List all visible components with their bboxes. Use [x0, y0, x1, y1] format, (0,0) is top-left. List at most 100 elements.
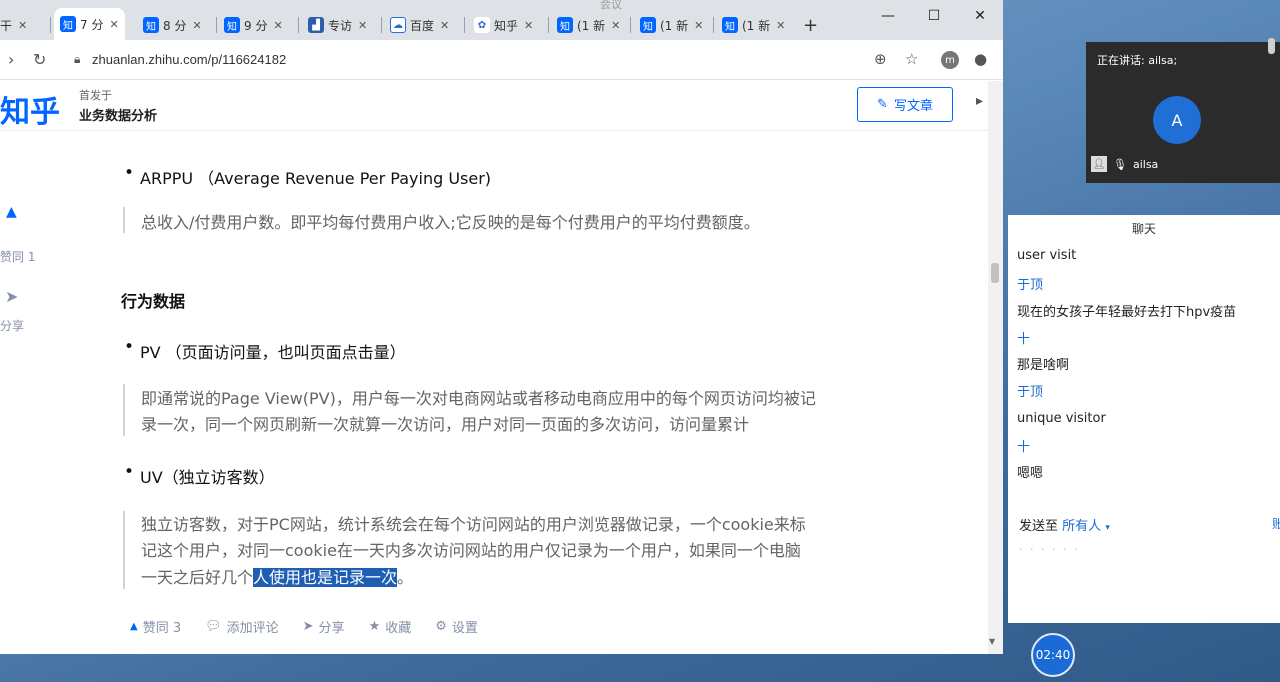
article-action-bar: ▲ 赞同 3 💬︎ 添加评论 ➤ 分享 ★ 收藏 ⚙ 设置 — [130, 617, 502, 636]
tab-separator — [50, 17, 51, 33]
plus-icon: + — [803, 14, 819, 36]
tab-label: 干 — [0, 18, 13, 33]
favorite-button[interactable]: ★ 收藏 — [369, 617, 412, 636]
minimize-icon[interactable]: — — [865, 0, 911, 32]
tab-7[interactable]: 知 (1 新 ✕ — [557, 12, 620, 38]
close-window-icon[interactable]: ✕ — [957, 0, 1003, 32]
pv-bullet: PV （页面访问量，也叫页面点击量） — [140, 343, 406, 362]
close-icon[interactable]: ✕ — [18, 19, 27, 32]
side-share[interactable]: 分享 — [0, 317, 24, 334]
scrollbar[interactable] — [988, 81, 1003, 654]
tab-label: 9 分 — [244, 18, 268, 33]
share-icon[interactable]: ➤ — [5, 287, 18, 306]
tab-separator — [381, 17, 382, 33]
comment-label: 添加评论 — [226, 621, 279, 636]
tab-9[interactable]: 知 (1 新 ✕ — [722, 12, 785, 38]
participant-info: 👤︎ 🎙︎ ailsa — [1091, 156, 1158, 172]
star-icon[interactable]: ☆ — [905, 50, 918, 68]
profile-avatar[interactable]: m — [941, 51, 959, 69]
maximize-icon[interactable]: ☐ — [911, 0, 957, 32]
uv-quote-line-1: 独立访客数，对于PC网站，统计系统会在每个访问网站的用户浏览器做记录，一个coo… — [141, 515, 806, 534]
scrollbar-thumb[interactable] — [991, 263, 999, 283]
chat-scrollbar-thumb[interactable] — [1268, 38, 1275, 54]
tab-label: 专访 — [328, 18, 353, 33]
chat-message: 嗯嗯 — [1017, 466, 1044, 481]
chat-input[interactable]: · · · · · · — [1019, 543, 1079, 556]
settings-button[interactable]: ⚙ 设置 — [435, 617, 478, 636]
tab-8[interactable]: 知 (1 新 ✕ — [640, 12, 703, 38]
meeting-timer[interactable]: 02:40 — [1031, 633, 1075, 677]
zhihu-logo[interactable]: 知乎 — [0, 87, 60, 131]
close-icon[interactable]: ✕ — [109, 18, 118, 31]
close-icon[interactable]: ✕ — [273, 19, 282, 32]
zhihu-header: 知乎 首发于 业务数据分析 ✎ 写文章 ▸ — [0, 81, 988, 131]
write-article-button[interactable]: ✎ 写文章 — [857, 87, 953, 122]
extension-icon[interactable]: ● — [974, 50, 987, 68]
uv-quote-line-3-plain: 一天之后好几个 — [141, 568, 254, 587]
zhihu-icon: 知 — [224, 17, 240, 33]
new-tab-button[interactable]: + — [803, 12, 818, 38]
chat-message: unique visitor — [1017, 411, 1106, 426]
send-to-selector[interactable]: 发送至 所有人 ▾ — [1019, 515, 1110, 534]
browser-window: 干 ✕ 知 7 分 ✕ 知 8 分 ✕ 知 9 分 ✕ ▟ 专访 ✕ ☁ 百度 — [0, 0, 1003, 654]
tab-separator — [548, 17, 549, 33]
selected-text[interactable]: 人使用也是记录一次 — [253, 568, 398, 587]
tab-separator — [713, 17, 714, 33]
chat-sender: 十 — [1017, 440, 1031, 455]
tab-4[interactable]: ▟ 专访 ✕ — [308, 12, 367, 38]
quote-bar — [123, 207, 125, 233]
comment-button[interactable]: 💬︎ 添加评论 — [205, 617, 279, 636]
tab-1[interactable]: 知 7 分 ✕ — [54, 8, 125, 40]
close-icon[interactable]: ✕ — [694, 19, 703, 32]
send-button[interactable]: 账 — [1272, 515, 1280, 532]
favorite-label: 收藏 — [385, 621, 412, 636]
side-likes[interactable]: 赞同 1 — [0, 248, 35, 265]
zhihu-icon: 知 — [557, 17, 573, 33]
page-content: 知乎 首发于 业务数据分析 ✎ 写文章 ▸ ▲ 赞同 1 ➤ 分享 • ARPP… — [0, 81, 1003, 654]
lock-icon[interactable]: 🔒︎ — [74, 52, 80, 67]
close-icon[interactable]: ✕ — [192, 19, 201, 32]
close-icon[interactable]: ✕ — [358, 19, 367, 32]
tab-2[interactable]: 知 8 分 ✕ — [143, 12, 202, 38]
send-to-target[interactable]: 所有人 — [1062, 519, 1101, 534]
close-icon[interactable]: ✕ — [776, 19, 785, 32]
more-menu-icon[interactable]: ▸ — [976, 93, 983, 109]
tab-label: (1 新 — [577, 18, 606, 33]
cloud-icon: ☁ — [390, 17, 406, 33]
chart-icon: ▟ — [308, 17, 324, 33]
bullet-dot: • — [124, 163, 135, 183]
settings-label: 设置 — [451, 621, 478, 636]
tab-6[interactable]: ✿ 知乎 ✕ — [474, 12, 533, 38]
close-icon[interactable]: ✕ — [524, 19, 533, 32]
chat-message: 现在的女孩子年轻最好去打下hpv疫苗 — [1017, 305, 1237, 320]
tab-label: 百度 — [410, 18, 435, 33]
tab-0[interactable]: 干 ✕ — [0, 12, 27, 38]
meeting-video-panel: 正在讲话: ailsa; A 👤︎ 🎙︎ ailsa — [1086, 42, 1280, 183]
upvote-icon[interactable]: ▲ — [6, 204, 17, 220]
close-icon[interactable]: ✕ — [440, 19, 449, 32]
tab-3[interactable]: 知 9 分 ✕ — [224, 12, 283, 38]
upvote-button[interactable]: ▲ 赞同 3 — [130, 617, 181, 636]
chat-message: 那是啥啊 — [1017, 358, 1070, 373]
zoom-icon[interactable]: ⊕ — [874, 50, 887, 68]
bullet-dot: • — [124, 462, 135, 482]
scroll-down-arrow[interactable]: ▼ — [989, 637, 995, 646]
reload-icon[interactable]: ↻ — [33, 50, 46, 69]
tab-5[interactable]: ☁ 百度 ✕ — [390, 12, 449, 38]
chat-panel: 聊天 user visit 于顶 现在的女孩子年轻最好去打下hpv疫苗 十 那是… — [1008, 215, 1280, 623]
tab-separator — [630, 17, 631, 33]
edit-icon: ✎ — [877, 97, 888, 112]
forward-icon[interactable]: › — [8, 50, 14, 69]
publication-name[interactable]: 业务数据分析 — [79, 105, 157, 124]
url-field[interactable]: zhuanlan.zhihu.com/p/116624182 — [92, 52, 286, 67]
share-button[interactable]: ➤ 分享 — [303, 617, 345, 636]
publication-label: 首发于 — [79, 89, 112, 102]
chat-sender: 于顶 — [1017, 385, 1044, 400]
tab-label: 7 分 — [80, 17, 104, 32]
participant-name: ailsa — [1132, 157, 1159, 171]
pv-quote-line-2: 录一次，同一个网页刷新一次就算一次访问，用户对同一页面的多次访问，访问量累计 — [141, 415, 750, 434]
upvote-label: 赞同 3 — [142, 621, 182, 636]
close-icon[interactable]: ✕ — [611, 19, 620, 32]
arppu-quote: 总收入/付费用户数。即平均每付费用户收入;它反映的是每个付费用户的平均付费额度。 — [141, 213, 760, 232]
chevron-down-icon[interactable]: ▾ — [1105, 523, 1110, 533]
